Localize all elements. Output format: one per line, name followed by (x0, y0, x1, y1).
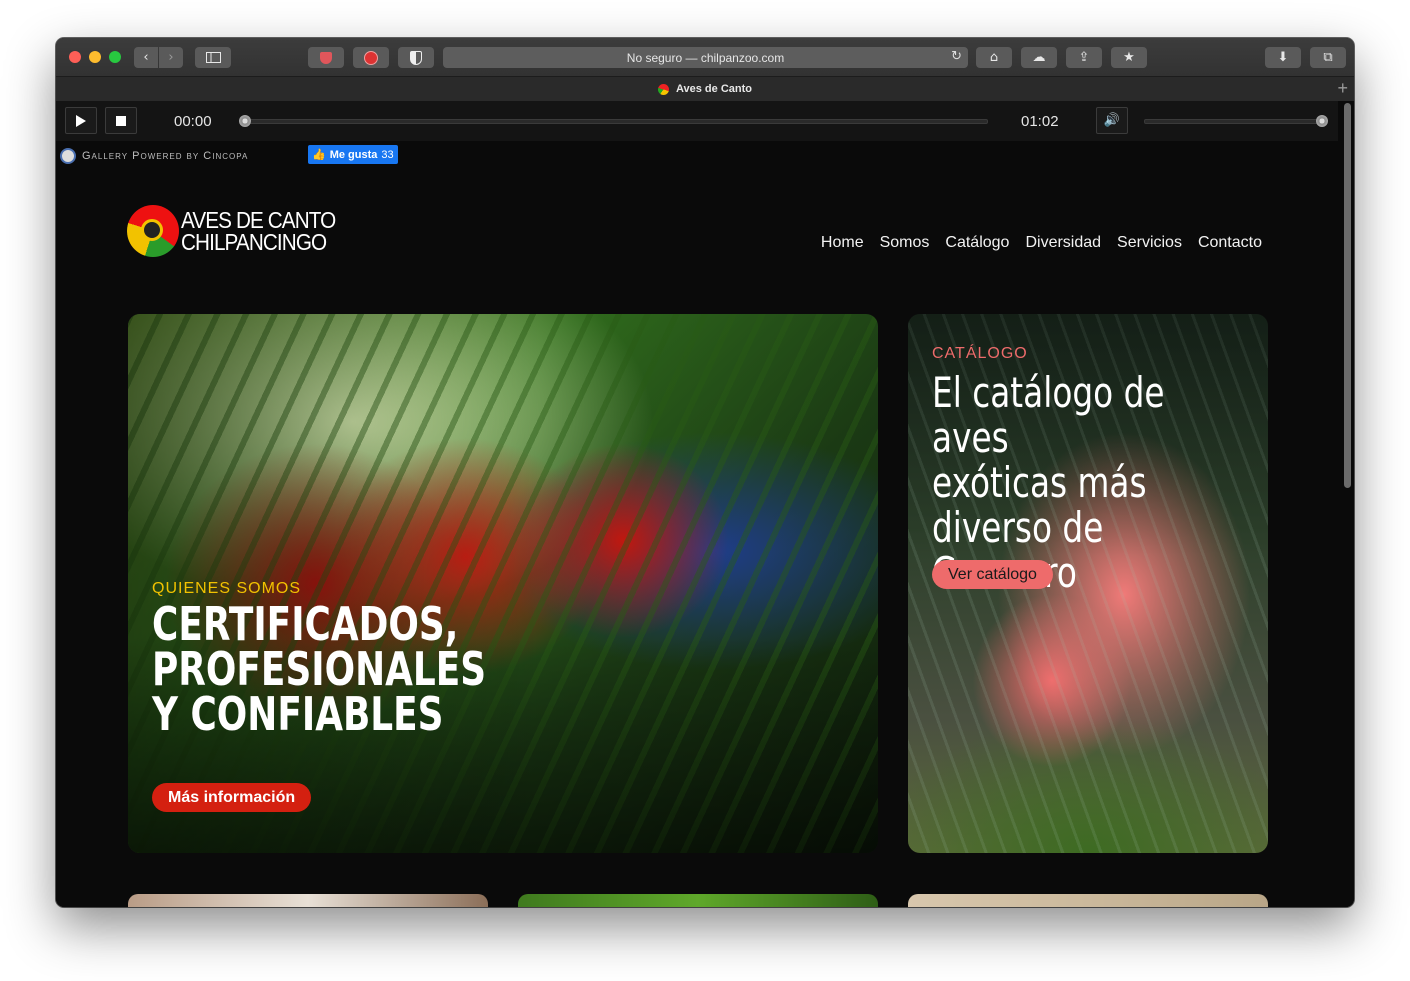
browser-window: ‹ › No seguro — chilpanzoo.com ↻ ⌂ ☁ ⇪ ★… (56, 38, 1354, 907)
nav-contacto[interactable]: Contacto (1198, 234, 1262, 252)
cloud-icon: ☁ (1032, 50, 1046, 65)
home-icon: ⌂ (989, 50, 999, 65)
current-time: 00:00 (174, 113, 212, 130)
play-button[interactable] (65, 107, 97, 134)
card-preview-3[interactable] (908, 894, 1268, 907)
extension-shield-button[interactable] (308, 47, 344, 68)
site-logo[interactable]: AVES DE CANTO CHILPANCINGO (127, 205, 352, 257)
star-icon: ★ (1123, 50, 1135, 65)
tab-bar: Aves de Canto + (56, 76, 1354, 102)
speaker-icon: 🔊 (1103, 113, 1121, 128)
progress-handle[interactable] (239, 115, 251, 127)
chevron-right-icon: › (168, 50, 174, 65)
like-count: 33 (381, 148, 394, 161)
bird-logo-icon (127, 205, 179, 257)
tabs-icon: ⧉ (1323, 50, 1333, 65)
gallery-credit-text: Gallery Powered by Cincopa (82, 150, 249, 162)
volume-track[interactable] (1144, 119, 1326, 124)
extension-privacy-button[interactable] (398, 47, 434, 68)
hero-side-title-line-2: exóticas más (932, 458, 1147, 507)
hero-quienes-somos[interactable]: QUIENES SOMOS CERTIFICADOS, PROFESIONALE… (128, 314, 878, 853)
forward-button[interactable]: › (159, 47, 183, 68)
url-text: No seguro — chilpanzoo.com (626, 50, 785, 65)
new-tab-button[interactable]: + (1337, 78, 1348, 99)
tab-active[interactable]: Aves de Canto (657, 83, 752, 95)
sidebar-button[interactable] (195, 47, 231, 68)
minimize-window-button[interactable] (89, 51, 101, 63)
hero-catalogo[interactable]: CATÁLOGO El catálogo de aves exóticas má… (908, 314, 1268, 853)
bookmarks-button[interactable]: ★ (1111, 47, 1147, 68)
gallery-credit[interactable]: Gallery Powered by Cincopa (60, 146, 248, 166)
home-button[interactable]: ⌂ (976, 47, 1012, 68)
downloads-button[interactable]: ⬇ (1265, 47, 1301, 68)
logo-line-2: CHILPANCINGO (181, 229, 327, 255)
card-preview-1[interactable] (128, 894, 488, 907)
download-icon: ⬇ (1277, 50, 1289, 65)
favicon-icon (657, 83, 669, 95)
address-bar[interactable]: No seguro — chilpanzoo.com ↻ (443, 47, 968, 68)
close-window-button[interactable] (69, 51, 81, 63)
hero-main-title-line-2: PROFESIONALES (152, 642, 487, 696)
nav-home[interactable]: Home (821, 234, 864, 252)
share-icon: ⇪ (1078, 50, 1090, 65)
browser-toolbar: ‹ › No seguro — chilpanzoo.com ↻ ⌂ ☁ ⇪ ★… (56, 38, 1354, 76)
hero-main-title-line-3: Y CONFIABLES (152, 687, 444, 741)
hero-side-kicker: CATÁLOGO (932, 345, 1028, 362)
facebook-like-button[interactable]: 👍 Me gusta 33 (308, 145, 398, 164)
logo-line-1: AVES DE CANTO (181, 207, 336, 233)
hero-main-title-line-1: CERTIFICADOS, (152, 597, 459, 651)
hero-main-kicker: QUIENES SOMOS (152, 580, 302, 597)
stop-icon (116, 115, 126, 126)
tab-overview-button[interactable]: ⧉ (1310, 47, 1346, 68)
progress-track[interactable] (241, 119, 988, 124)
cincopa-logo-icon (60, 148, 76, 164)
duration-time: 01:02 (1021, 113, 1059, 130)
stop-sign-icon (364, 50, 378, 65)
sidebar-icon (205, 52, 221, 63)
nav-catalogo[interactable]: Catálogo (945, 234, 1009, 252)
mas-informacion-button[interactable]: Más información (152, 783, 312, 812)
reload-icon[interactable]: ↻ (951, 49, 962, 64)
scrollbar[interactable] (1344, 103, 1351, 488)
thumbs-up-icon: 👍 (312, 149, 326, 161)
chevron-left-icon: ‹ (143, 50, 149, 65)
nav-somos[interactable]: Somos (880, 234, 930, 252)
share-button[interactable]: ⇪ (1066, 47, 1102, 68)
play-icon (76, 114, 86, 127)
hero-side-title-line-1: El catálogo de aves (932, 368, 1165, 462)
mute-button[interactable]: 🔊 (1096, 107, 1128, 134)
back-button[interactable]: ‹ (134, 47, 158, 68)
nav-diversidad[interactable]: Diversidad (1025, 234, 1101, 252)
icloud-button[interactable]: ☁ (1021, 47, 1057, 68)
page-viewport: 00:00 01:02 🔊 Gallery Powered by Cincopa… (56, 101, 1354, 907)
tab-title: Aves de Canto (675, 83, 752, 95)
hero-main-title: CERTIFICADOS, PROFESIONALES Y CONFIABLES (152, 597, 487, 741)
audio-player: 00:00 01:02 🔊 (56, 101, 1338, 141)
shield-red-icon (320, 51, 332, 64)
volume-handle[interactable] (1316, 115, 1328, 127)
ver-catalogo-button[interactable]: Ver catálogo (932, 560, 1053, 589)
stop-button[interactable] (105, 107, 137, 134)
logo-text: AVES DE CANTO CHILPANCINGO (181, 207, 336, 255)
extension-stop-button[interactable] (353, 47, 389, 68)
zoom-window-button[interactable] (109, 51, 121, 63)
main-nav: Home Somos Catálogo Diversidad Servicios… (821, 234, 1262, 252)
card-preview-2[interactable] (518, 894, 878, 907)
nav-servicios[interactable]: Servicios (1117, 234, 1182, 252)
like-label: Me gusta (329, 148, 378, 161)
half-shield-icon (410, 50, 422, 65)
